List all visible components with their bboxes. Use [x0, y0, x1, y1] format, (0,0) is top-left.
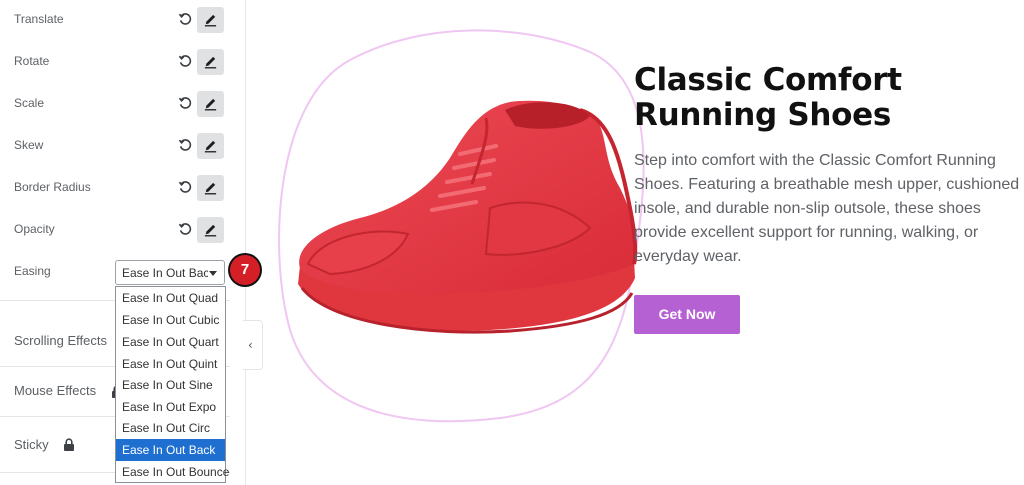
get-now-button[interactable]: Get Now — [634, 295, 740, 334]
product-title: Classic Comfort Running Shoes — [634, 62, 902, 133]
product-description: Step into comfort with the Classic Comfo… — [634, 152, 1020, 265]
shoe-image — [298, 100, 638, 334]
